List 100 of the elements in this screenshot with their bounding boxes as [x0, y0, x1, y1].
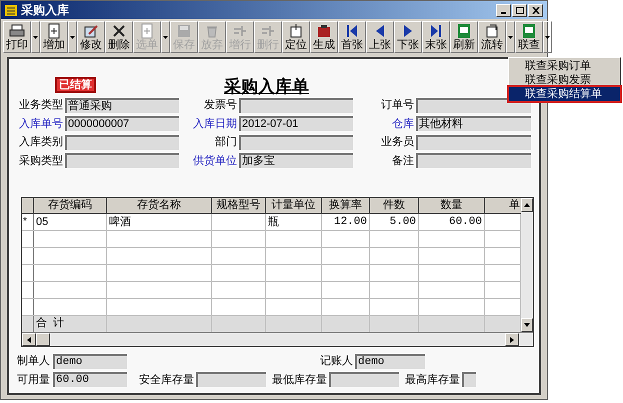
field-label: 安全库存量: [139, 372, 194, 388]
field-label: 采购类型: [18, 154, 63, 168]
dropdown-arrow-button[interactable]: [68, 21, 77, 53]
maximize-button[interactable]: [512, 4, 527, 16]
tool-icon: [260, 23, 276, 39]
dropdown-arrow-button[interactable]: [543, 21, 552, 53]
scroll-left-button[interactable]: [22, 333, 36, 346]
input-field[interactable]: 其他材料: [416, 116, 531, 132]
scroll-right-button[interactable]: [505, 333, 519, 346]
tool-icon: [9, 23, 25, 39]
up-arrow-icon: [524, 203, 530, 207]
field-label: 订单号: [380, 98, 414, 113]
toolbar-button[interactable]: 上张: [366, 21, 394, 53]
input-field[interactable]: [416, 134, 531, 150]
toolbar-button[interactable]: 首张: [338, 21, 366, 53]
input-field[interactable]: [65, 134, 179, 150]
caret-icon: [70, 36, 75, 38]
menu-item[interactable]: 联查采购订单: [509, 59, 620, 73]
form-title: 采购入库单: [224, 77, 309, 97]
table-cell: 60.00: [419, 214, 485, 230]
column-header[interactable]: 数量: [419, 198, 485, 213]
scroll-thumb[interactable]: [36, 333, 50, 346]
input-field[interactable]: [416, 153, 531, 168]
field-label: 记账人: [319, 354, 353, 369]
field-label: 发票号: [203, 98, 238, 113]
table-cell: 05: [34, 214, 107, 230]
tool-icon: [46, 23, 62, 39]
close-button[interactable]: [528, 4, 543, 16]
column-header[interactable]: 存货名称: [107, 198, 212, 213]
right-arrow-icon: [510, 336, 514, 342]
down-arrow-icon: [524, 323, 530, 327]
scroll-up-button[interactable]: [521, 198, 533, 212]
input-field[interactable]: demo: [53, 354, 127, 369]
toolbar-button[interactable]: 删除: [105, 21, 133, 53]
column-header[interactable]: 计量单位: [266, 198, 322, 213]
toolbar-button[interactable]: 生成: [310, 21, 338, 53]
toolbar-button[interactable]: 修改: [77, 21, 105, 53]
input-field[interactable]: 60.00: [53, 372, 127, 388]
left-arrow-icon: [27, 336, 31, 342]
field-label: 入库类别: [18, 134, 63, 150]
field-label: 供货单位: [192, 154, 238, 168]
tool-icon: [521, 23, 537, 39]
skip-icon: [344, 23, 360, 39]
tool-icon: [232, 23, 248, 39]
tool-icon: [484, 23, 500, 39]
status-stamp: 已结算: [55, 77, 96, 93]
input-field[interactable]: [462, 372, 476, 388]
menu-item[interactable]: 联查采购结算单: [509, 87, 620, 101]
scroll-down-button[interactable]: [521, 318, 533, 332]
field-label: 仓库: [391, 116, 414, 132]
input-field[interactable]: 2012-07-01: [239, 116, 354, 132]
maximize-icon: [516, 6, 524, 14]
table-cell: 5.00: [370, 214, 419, 230]
field-label: 可用量: [17, 372, 51, 388]
toolbar-button[interactable]: 联查: [515, 21, 543, 53]
tool-icon: [288, 23, 304, 39]
column-header[interactable]: 换算率: [322, 198, 370, 213]
toolbar-button[interactable]: 下张: [394, 21, 422, 53]
minimize-button[interactable]: [496, 4, 511, 16]
toolbar-button[interactable]: 流转: [478, 21, 506, 53]
table-cell: 啤酒: [107, 214, 212, 230]
tool-icon: [176, 23, 192, 39]
caret-icon: [33, 36, 38, 38]
input-field[interactable]: [65, 153, 179, 168]
column-header[interactable]: 单: [485, 198, 521, 213]
horizontal-scrollbar[interactable]: [22, 332, 533, 346]
field-label: 业务员: [380, 135, 414, 150]
caret-icon: [163, 36, 168, 38]
column-header[interactable]: 件数: [370, 198, 419, 213]
table-cell: 12.00: [322, 214, 370, 230]
field-label: 入库单号: [18, 116, 63, 132]
field-label: 最高库存量: [405, 372, 460, 388]
toolbar-button[interactable]: 打印: [3, 21, 31, 53]
dropdown-arrow-button[interactable]: [31, 21, 40, 53]
menu-item[interactable]: 联查采购发票: [509, 73, 620, 87]
dropdown-arrow-button[interactable]: [506, 21, 515, 53]
close-icon: [532, 6, 540, 14]
window-title: 采购入库: [21, 2, 69, 19]
input-field[interactable]: [196, 372, 266, 388]
input-field[interactable]: 0000000007: [65, 116, 179, 132]
input-field[interactable]: [329, 372, 399, 388]
toolbar-button[interactable]: 刷新: [450, 21, 478, 53]
field-label: 最低库存量: [272, 372, 327, 388]
input-field[interactable]: [416, 98, 531, 113]
column-header[interactable]: 存货编码: [34, 198, 107, 213]
input-field[interactable]: [239, 134, 354, 150]
field-label: 业务类型: [18, 98, 63, 113]
column-header[interactable]: 规格型号: [212, 198, 266, 213]
toolbar-button[interactable]: 定位: [282, 21, 310, 53]
window-icon: [5, 4, 17, 16]
toolbar-button[interactable]: 增加: [40, 21, 68, 53]
input-field[interactable]: 加多宝: [239, 153, 354, 168]
x-icon: [111, 23, 127, 39]
vertical-scrollbar[interactable]: [521, 198, 533, 332]
toolbar-button[interactable]: 末张: [422, 21, 450, 53]
input-field[interactable]: demo: [355, 354, 425, 369]
tool-icon: [83, 23, 99, 39]
field-label: 制单人: [17, 354, 51, 369]
field-label: 部门: [214, 134, 238, 150]
input-field[interactable]: [239, 98, 354, 113]
